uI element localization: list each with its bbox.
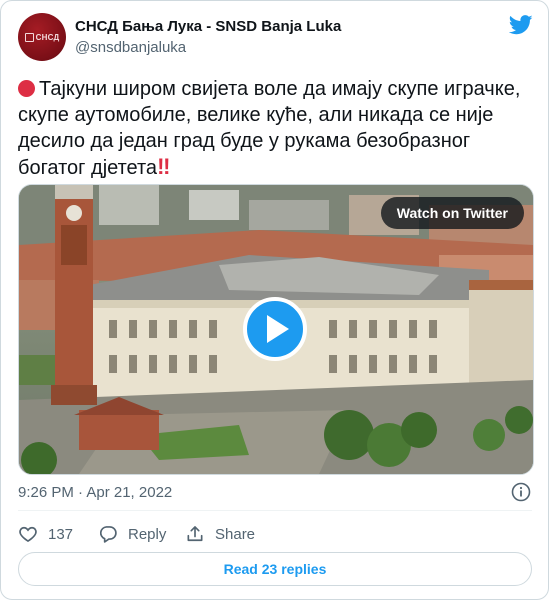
double-exclamation-icon: ‼ <box>157 154 170 179</box>
red-circle-icon <box>18 80 35 97</box>
reply-label: Reply <box>128 525 167 543</box>
like-button[interactable]: 137 <box>18 524 98 544</box>
tweet-timestamp[interactable]: 9:26 PM · Apr 21, 2022 <box>18 484 172 501</box>
share-icon <box>187 526 203 542</box>
divider <box>18 510 532 511</box>
tweet-text: Тајкуни широм свијета воле да имају скуп… <box>18 76 538 181</box>
tweet-body: Тајкуни широм свијета воле да имају скуп… <box>18 78 521 179</box>
avatar-logo-text: СНСД <box>35 32 60 42</box>
video-thumbnail[interactable]: Watch on Twitter <box>18 184 534 475</box>
play-icon <box>267 315 289 343</box>
reply-bubble-icon <box>99 526 117 543</box>
reply-button[interactable]: Reply <box>98 524 185 544</box>
share-label: Share <box>215 525 256 543</box>
tweet-card: СНСД СНСД Бања Лука - SNSD Banja Luka @s… <box>0 0 549 600</box>
avatar-logo: СНСД <box>24 32 60 42</box>
like-count: 137 <box>48 525 74 543</box>
twitter-bird-icon[interactable] <box>509 15 533 35</box>
read-replies-button[interactable]: Read 23 replies <box>18 552 532 586</box>
tweet-actions: 137 Reply Share <box>18 522 255 546</box>
heart-icon <box>19 526 37 543</box>
author-display-name[interactable]: СНСД Бања Лука - SNSD Banja Luka <box>75 18 341 35</box>
author-handle[interactable]: @snsdbanjaluka <box>75 39 186 56</box>
watch-on-twitter-button[interactable]: Watch on Twitter <box>380 197 524 229</box>
info-icon[interactable] <box>511 482 531 502</box>
share-button[interactable]: Share <box>185 524 255 544</box>
play-button[interactable] <box>243 297 307 361</box>
avatar-logo-box <box>24 32 34 42</box>
author-avatar[interactable]: СНСД <box>18 13 66 61</box>
